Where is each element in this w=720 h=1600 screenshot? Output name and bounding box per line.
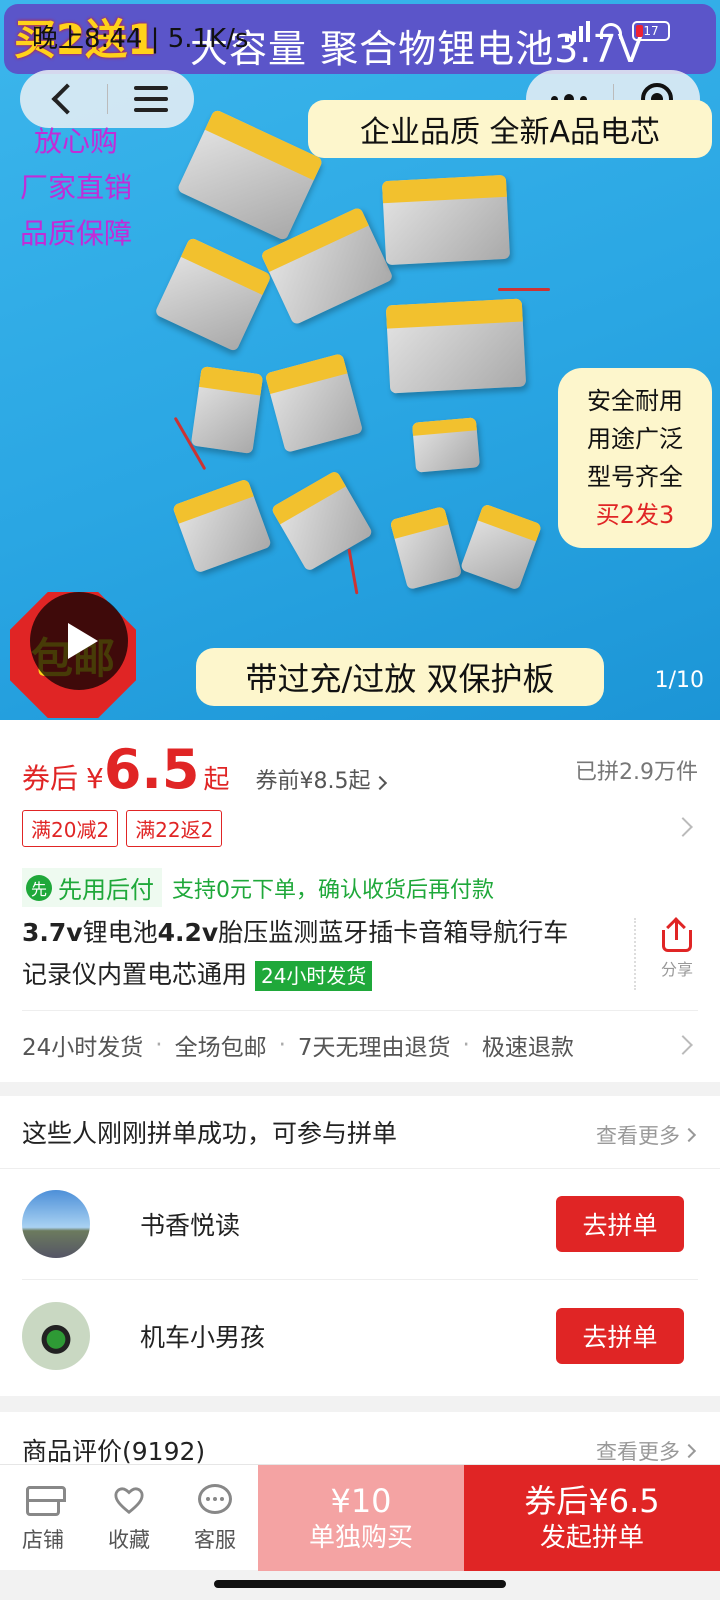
coupon-list[interactable]: 满20减2 满22返2 <box>22 810 223 847</box>
price-panel: 券后 ¥ 6.5 起 券前¥8.5起 已拼2.9万件 满20减2 满22返2 先… <box>0 720 720 1082</box>
reviews-see-more-link[interactable]: 查看更多 <box>596 1436 697 1466</box>
price-row: 券后 ¥ 6.5 起 券前¥8.5起 <box>22 738 387 801</box>
battery-cell-image <box>190 366 264 454</box>
side-promo-item: 放心购 <box>34 125 119 158</box>
service-item: 全场包邮 <box>174 1035 267 1061</box>
chevron-right-icon[interactable] <box>673 1035 693 1055</box>
pay-later-desc: 支持0元下单，确认收货后再付款 <box>172 877 494 903</box>
product-title: 3.7v锂电池4.2v胎压监测蓝牙插卡音箱导航行车记录仪内置电芯通用 24小时发… <box>22 918 569 991</box>
protection-banner: 带过充/过放 双保护板 <box>196 648 604 706</box>
group-buy-section: 这些人刚刚拼单成功，可参与拼单 查看更多 书香悦读 去拼单 机车小男孩 去拼单 <box>0 1096 720 1396</box>
battery-cell-image <box>389 505 463 591</box>
price-value: 6.5 <box>103 738 200 801</box>
sold-count: 已拼2.9万件 <box>575 760 698 785</box>
price-currency: ¥ <box>86 762 104 795</box>
play-video-button[interactable] <box>30 592 128 690</box>
price-before-link[interactable]: 券前¥8.5起 <box>256 763 387 795</box>
battery-cell-image <box>381 174 511 266</box>
status-time: 晚上8:44 | 5.1K/s <box>32 24 249 54</box>
reviews-section: 商品评价(9192) 查看更多 <box>0 1412 720 1472</box>
avatar <box>22 1302 90 1370</box>
share-icon <box>660 917 694 952</box>
group-member-row: 机车小男孩 去拼单 <box>0 1280 720 1392</box>
service-item: 24小时发货 <box>22 1035 144 1061</box>
menu-button[interactable] <box>108 70 195 128</box>
shipping-badge: 24小时发货 <box>254 961 373 991</box>
pay-later-row[interactable]: 先 先用后付 支持0元下单，确认收货后再付款 <box>22 868 494 907</box>
service-guarantees[interactable]: 24小时发货 · 全场包邮 · 7天无理由退货 · 极速退款 <box>22 1028 574 1062</box>
bottom-action-bar: 店铺 收藏 客服 ¥10 单独购买 券后¥6.5 发起拼单 <box>0 1464 720 1571</box>
battery-cell-image <box>264 353 364 453</box>
join-group-button[interactable]: 去拼单 <box>556 1196 684 1252</box>
group-buy-title: 这些人刚刚拼单成功，可参与拼单 <box>22 1119 398 1148</box>
coupon-tag[interactable]: 满20减2 <box>22 810 119 847</box>
favorite-button[interactable]: 收藏 <box>86 1465 172 1570</box>
pay-later-tag: 先 先用后付 <box>22 868 162 907</box>
chevron-right-icon[interactable] <box>673 817 693 837</box>
side-promo-item: 品质保障 <box>20 217 133 250</box>
member-name: 机车小男孩 <box>140 1323 266 1352</box>
chat-icon <box>198 1483 232 1514</box>
product-image-carousel[interactable]: 买2送1 大容量 聚合物锂电池3.7V 晚上8:44 | 5.1K/s 17 企… <box>0 0 720 720</box>
product-page: 买2送1 大容量 聚合物锂电池3.7V 晚上8:44 | 5.1K/s 17 企… <box>0 0 720 1600</box>
chevron-right-icon <box>372 775 387 791</box>
side-promo-list: 放心购 厂家直销 品质保障 <box>20 124 150 252</box>
feature-badge: 安全耐用 用途广泛 型号齐全 买2发3 <box>558 368 712 548</box>
back-button[interactable] <box>20 70 107 128</box>
battery-cell-image <box>459 503 543 591</box>
avatar <box>22 1190 90 1258</box>
price-after-label: 券后 <box>22 762 79 795</box>
signal-icon <box>565 20 590 42</box>
join-group-button[interactable]: 去拼单 <box>556 1308 684 1364</box>
share-button[interactable]: 分享 <box>652 917 702 980</box>
battery-cell-image <box>385 298 527 394</box>
service-item: 极速退款 <box>481 1035 574 1061</box>
home-indicator[interactable] <box>214 1580 506 1588</box>
menu-icon <box>133 86 168 112</box>
battery-cell-image <box>270 469 374 573</box>
wifi-icon <box>600 23 622 39</box>
store-button[interactable]: 店铺 <box>0 1465 86 1570</box>
image-counter: 1/10 <box>654 668 704 693</box>
price-suffix: 起 <box>203 765 230 795</box>
side-promo-item: 厂家直销 <box>20 171 133 204</box>
share-label: 分享 <box>660 960 693 979</box>
battery-cell-image <box>172 478 272 574</box>
battery-cell-image <box>176 108 324 242</box>
group-see-more-link[interactable]: 查看更多 <box>596 1120 697 1150</box>
back-arrow-icon <box>51 83 83 115</box>
group-member-row: 书香悦读 去拼单 <box>0 1168 720 1280</box>
nav-capsule-left <box>20 70 194 128</box>
member-name: 书香悦读 <box>140 1211 241 1240</box>
customer-service-button[interactable]: 客服 <box>172 1465 258 1570</box>
pay-later-icon: 先 <box>26 874 52 901</box>
status-icons: 17 <box>565 20 670 42</box>
start-group-buy-button[interactable]: 券后¥6.5 发起拼单 <box>464 1465 720 1571</box>
store-icon <box>26 1485 66 1516</box>
status-bar: 晚上8:44 | 5.1K/s 17 <box>0 0 720 62</box>
quality-banner: 企业品质 全新A品电芯 <box>308 100 712 158</box>
battery-cell-image <box>154 236 272 353</box>
play-icon <box>68 623 98 659</box>
battery-cell-image <box>411 417 481 473</box>
coupon-tag[interactable]: 满22返2 <box>126 810 223 847</box>
heart-icon <box>114 1486 144 1514</box>
service-item: 7天无理由退货 <box>297 1035 451 1061</box>
chevron-right-icon <box>681 1127 697 1143</box>
buy-alone-button[interactable]: ¥10 单独购买 <box>258 1465 464 1571</box>
chevron-right-icon <box>681 1443 697 1459</box>
battery-icon: 17 <box>632 21 670 41</box>
reviews-title: 商品评价(9192) <box>22 1437 206 1466</box>
